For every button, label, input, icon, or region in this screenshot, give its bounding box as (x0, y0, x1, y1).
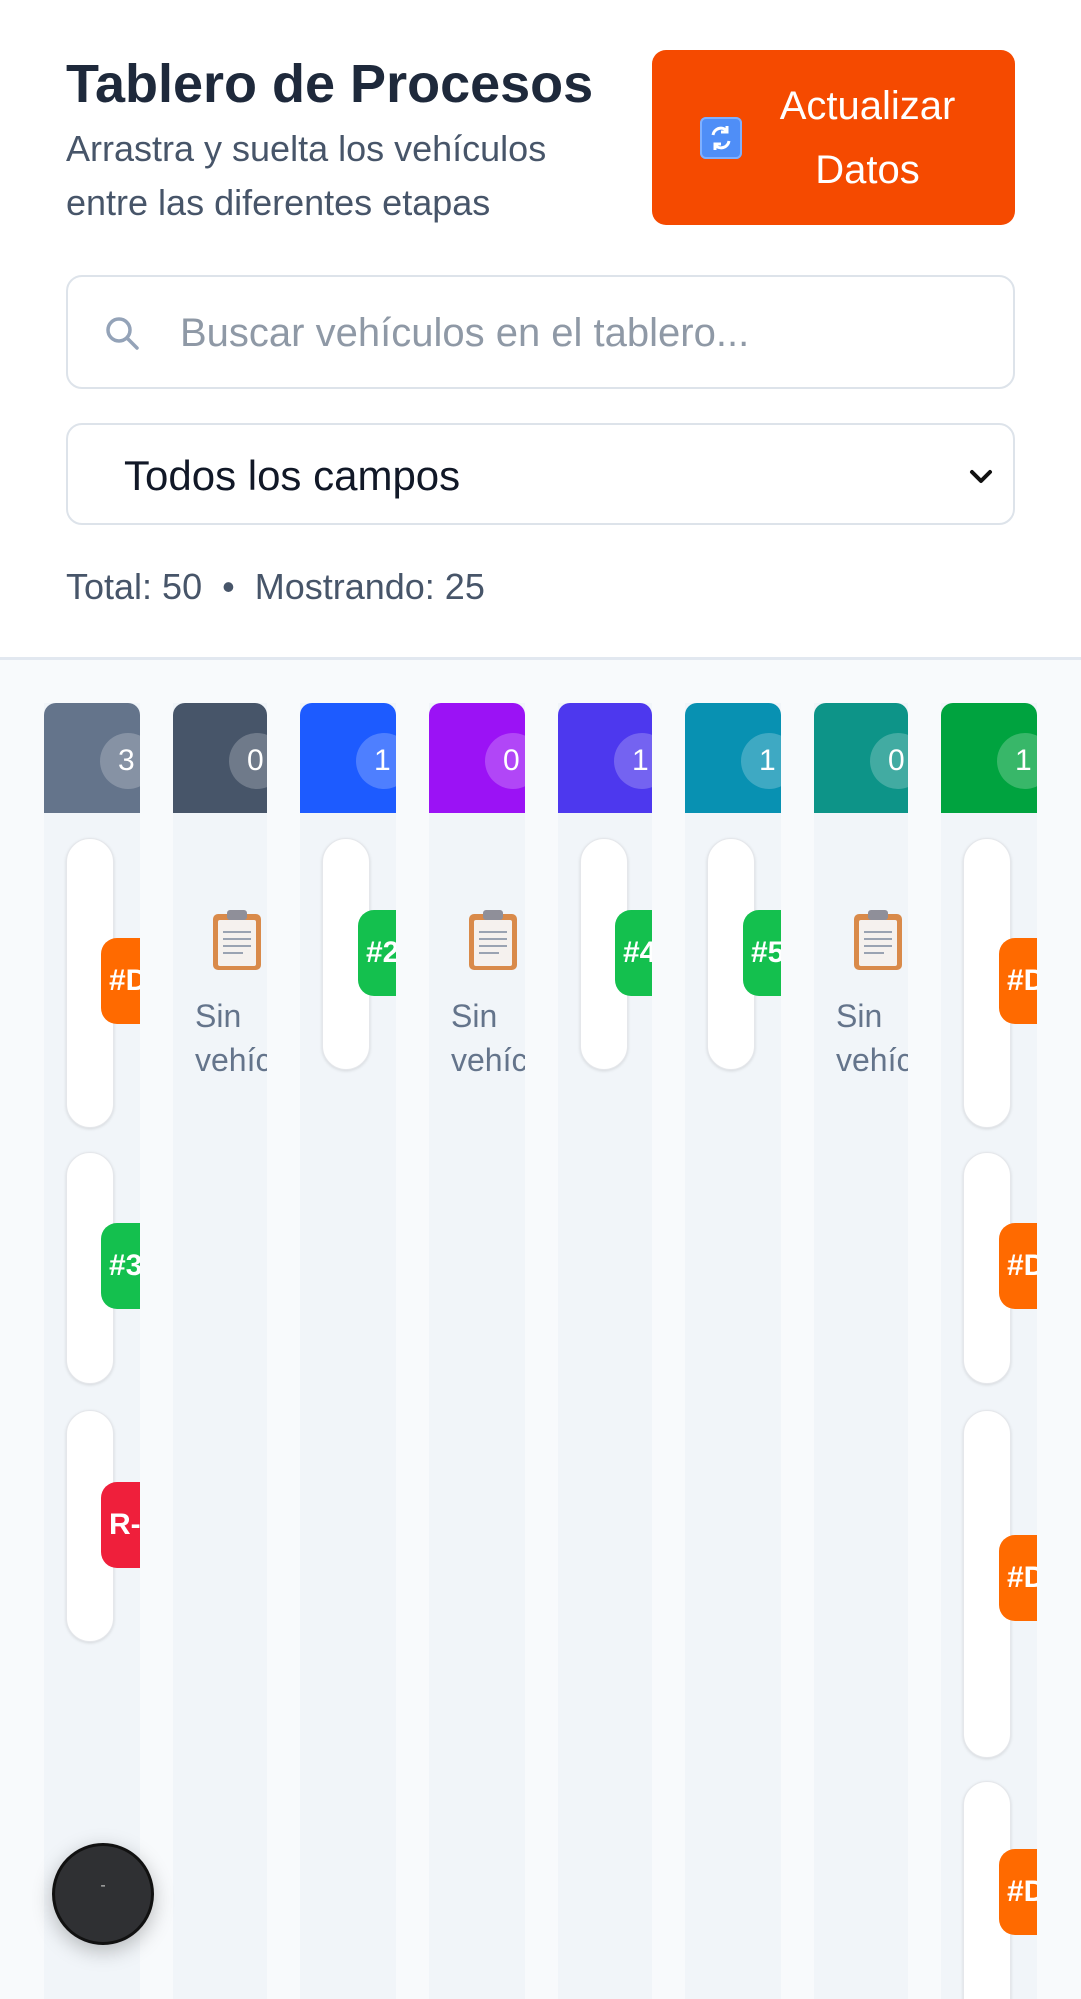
clipboard-icon (854, 910, 902, 970)
vehicle-tag: #D (999, 1849, 1037, 1935)
page-subtitle: Arrastra y suelta los vehículos entre la… (66, 128, 547, 223)
vehicle-tag: #D (101, 938, 140, 1024)
stage-column-4[interactable]: 0 Sin vehículos (429, 703, 525, 1999)
refresh-button-label: Actualizar Datos (779, 83, 956, 192)
stage-count-badge: 0 (870, 733, 908, 789)
stage-column-header: 1 (558, 703, 652, 813)
stage-column-2[interactable]: 0 Sin vehículos (173, 703, 267, 1999)
search-icon (106, 317, 139, 350)
stage-column-6[interactable]: 1 #5 (685, 703, 781, 1999)
vehicle-tag: #D (999, 1535, 1037, 1621)
vehicle-tag: #2 (358, 910, 396, 996)
floating-action-button[interactable]: - (52, 1843, 154, 1945)
showing-count: Mostrando: 25 (254, 566, 485, 607)
stage-column-3[interactable]: 1 #2 (300, 703, 396, 1999)
empty-column-placeholder: Sin vehículos (195, 908, 267, 1082)
stage-count-badge: 0 (485, 733, 525, 789)
stage-count-badge: 3 (100, 733, 140, 789)
stage-column-header: 0 (814, 703, 908, 813)
stage-column-8[interactable]: 1 #D #D #D #D (941, 703, 1037, 1999)
page-title: Tablero de Procesos (66, 54, 594, 114)
stage-column-7[interactable]: 0 Sin vehículos (814, 703, 908, 1999)
empty-column-placeholder: Sin vehículos (451, 908, 525, 1082)
vehicle-tag: #5 (743, 910, 781, 996)
clipboard-icon (469, 910, 517, 970)
stage-column-header: 0 (173, 703, 267, 813)
stage-column-header: 3 (44, 703, 140, 813)
field-filter-select[interactable]: Todos los campos (66, 423, 1015, 525)
kanban-board: 3 #D #3 R- 0 Sin vehículos 1 (0, 660, 1081, 1999)
stats-summary: Total: 50 • Mostrando: 25 (66, 565, 485, 609)
clipboard-icon (213, 910, 261, 970)
stage-count-badge: 1 (356, 733, 396, 789)
total-count: Total: 50 (66, 566, 203, 607)
refresh-icon (699, 116, 742, 159)
vehicle-tag: #D (999, 938, 1037, 1024)
vehicle-tag: #3 (101, 1223, 140, 1309)
page-header: Tablero de Procesos Arrastra y suelta lo… (0, 0, 1081, 657)
stage-column-header: 1 (300, 703, 396, 813)
vehicle-tag: #D (999, 1223, 1037, 1309)
stage-count-badge: 1 (741, 733, 781, 789)
empty-column-placeholder: Sin vehículos (836, 908, 908, 1082)
stage-count-badge: 0 (229, 733, 267, 789)
refresh-data-button[interactable]: Actualizar Datos (652, 50, 1015, 225)
vehicle-tag: #4 (615, 910, 652, 996)
empty-column-text: Sin vehículos (836, 998, 908, 1078)
empty-column-text: Sin vehículos (451, 998, 525, 1078)
empty-column-text: Sin vehículos (195, 998, 267, 1078)
stage-column-header: 0 (429, 703, 525, 813)
stage-column-1[interactable]: 3 #D #3 R- (44, 703, 140, 1999)
field-filter-value: Todos los campos (124, 452, 461, 499)
stats-separator: • (222, 566, 235, 607)
stage-count-badge: 1 (614, 733, 652, 789)
stage-column-header: 1 (941, 703, 1037, 813)
stage-column-header: 1 (685, 703, 781, 813)
stage-column-5[interactable]: 1 #4 (558, 703, 652, 1999)
search-box[interactable] (66, 275, 1015, 389)
chevron-down-icon (970, 470, 992, 483)
search-input[interactable] (178, 297, 982, 369)
stage-count-badge: 1 (997, 733, 1037, 789)
vehicle-tag: R- (101, 1482, 140, 1568)
